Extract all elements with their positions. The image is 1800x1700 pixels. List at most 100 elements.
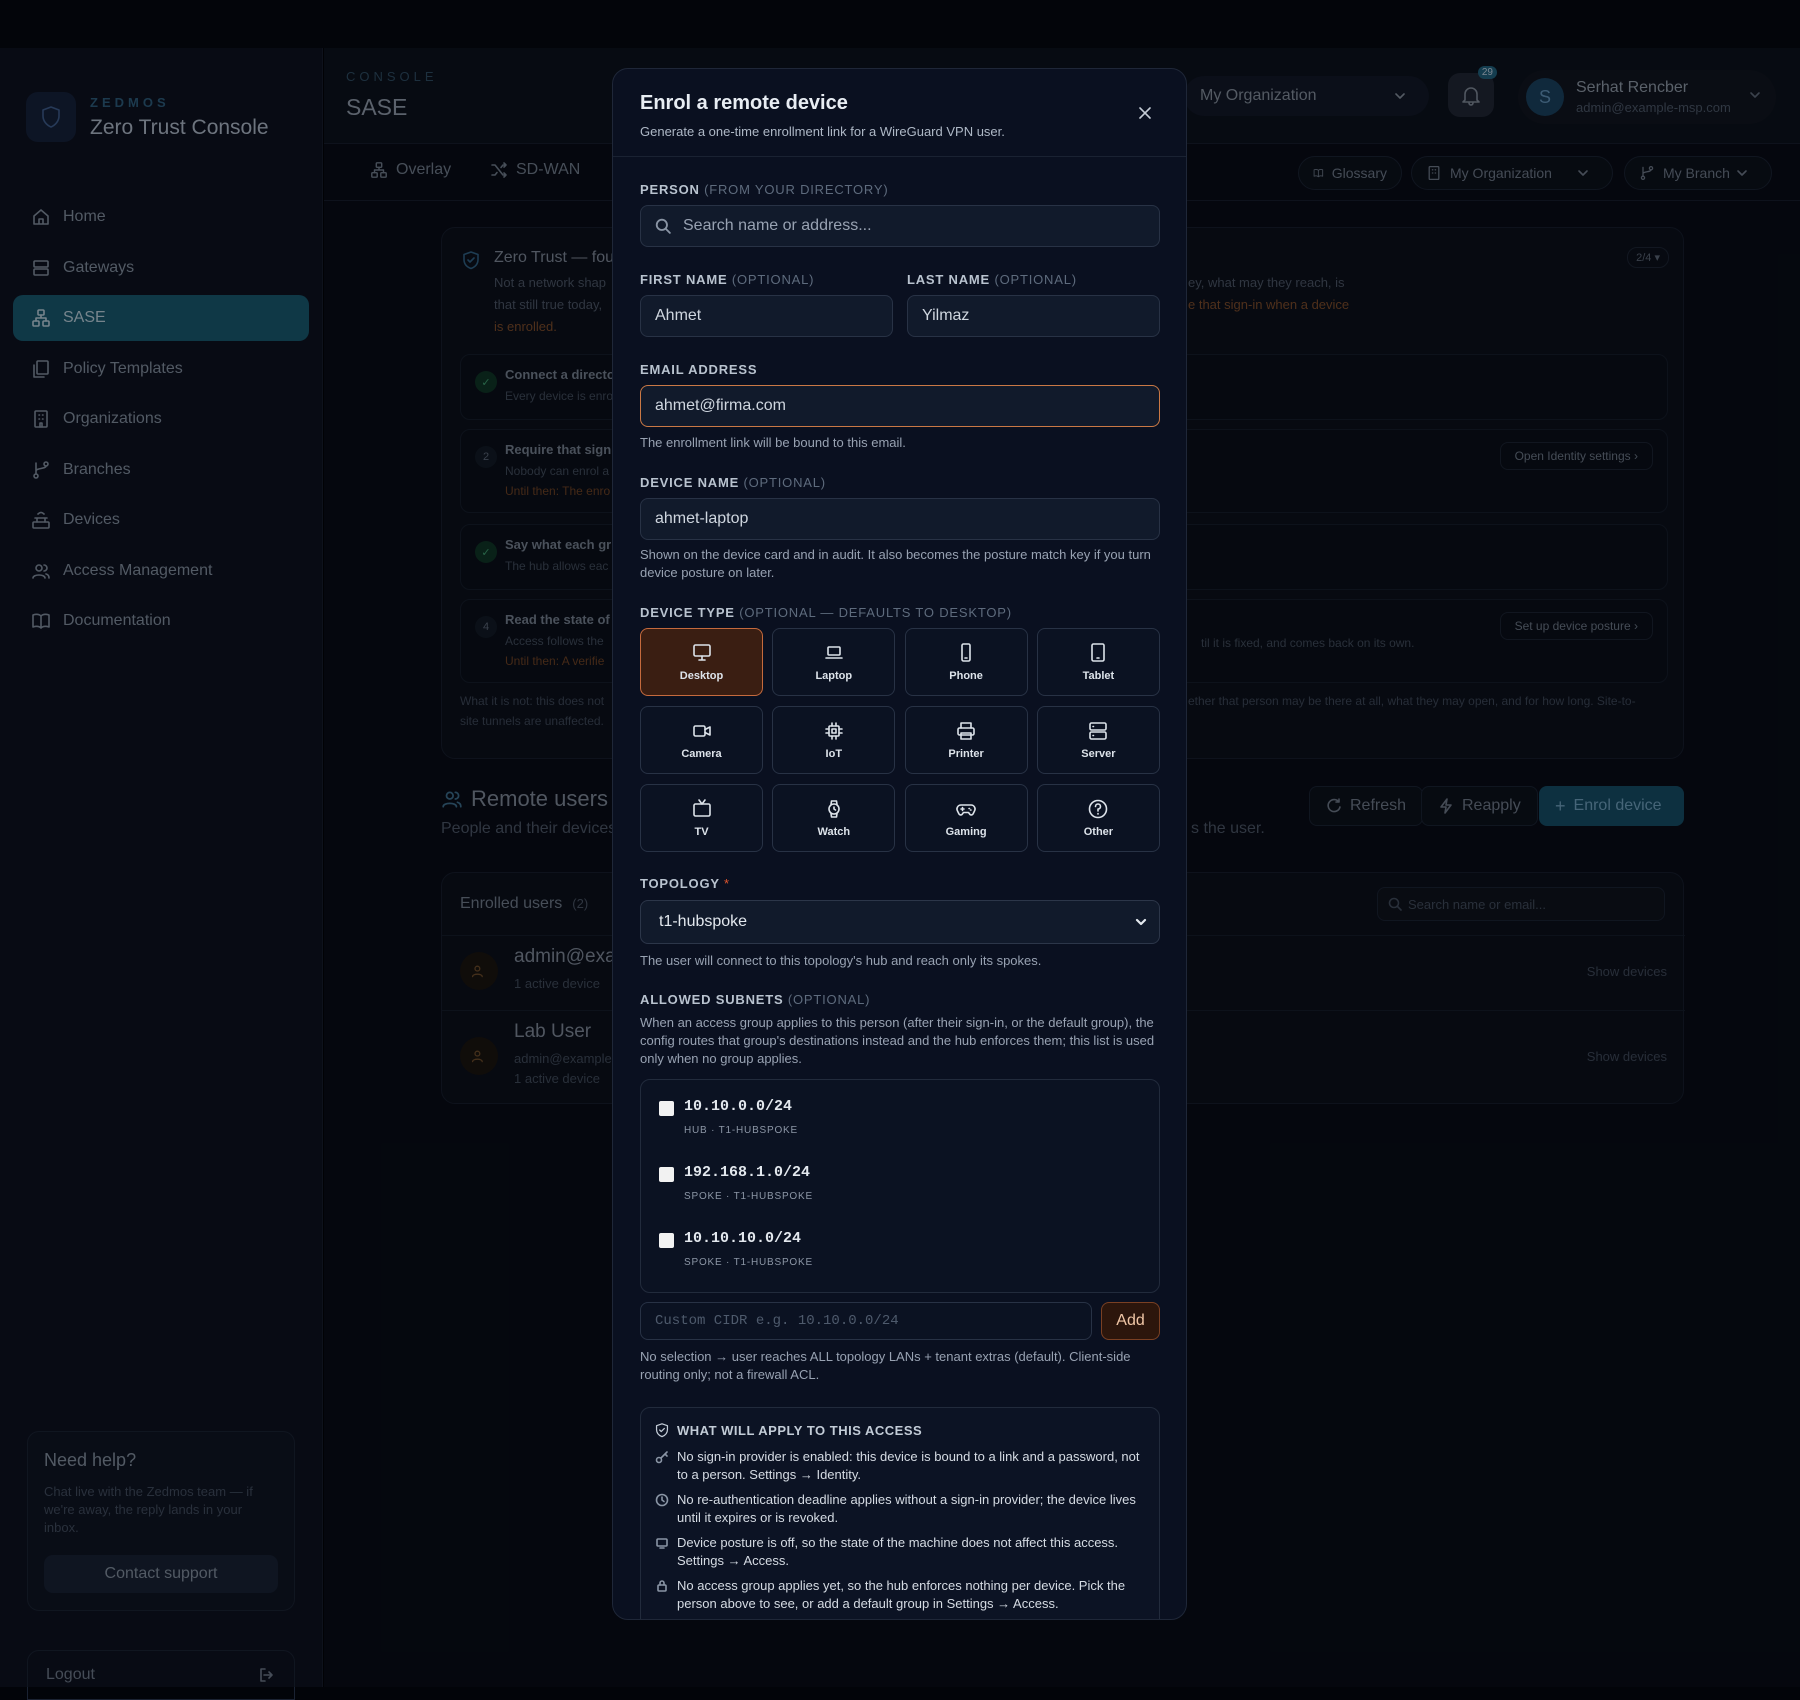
- topology-label: TOPOLOGY *: [640, 876, 730, 891]
- device-type-phone[interactable]: Phone: [904, 628, 1028, 696]
- first-name-field[interactable]: Ahmet: [640, 295, 893, 337]
- subnet-checkbox[interactable]: [659, 1167, 674, 1182]
- access-item-text: No access group applies yet, so the hub …: [677, 1578, 1126, 1611]
- subnet-checkbox[interactable]: [659, 1101, 674, 1116]
- access-item-text: Device posture is off, so the state of t…: [677, 1535, 1119, 1568]
- device-type-printer[interactable]: Printer: [904, 706, 1028, 774]
- subnet-cidr: 10.10.10.0/24: [684, 1230, 802, 1247]
- device-type-iot[interactable]: IoT: [772, 706, 896, 774]
- subnet-option[interactable]: 192.168.1.0/24 SPOKE · T1-HUBSPOKE: [659, 1164, 812, 1202]
- device-type-label: Gaming: [945, 826, 987, 838]
- lock-icon: [657, 1580, 667, 1592]
- device-type-label: Camera: [681, 748, 722, 760]
- custom-cidr-input[interactable]: Custom CIDR e.g. 10.10.0.0/24: [640, 1302, 1092, 1340]
- device-type-label: Laptop: [815, 670, 853, 682]
- person-label: PERSON (FROM YOUR DIRECTORY): [640, 182, 889, 197]
- add-cidr-button[interactable]: Add: [1101, 1302, 1160, 1340]
- monitor-icon: [656, 1538, 668, 1549]
- subnet-cidr: 192.168.1.0/24: [684, 1164, 811, 1181]
- device-type-label: Other: [1083, 826, 1114, 838]
- subnets-label: ALLOWED SUBNETS (OPTIONAL): [640, 992, 870, 1007]
- device-type-desktop[interactable]: Desktop: [640, 628, 763, 696]
- shield-check-icon: [655, 1423, 669, 1438]
- chip-icon: [824, 722, 843, 740]
- device-type-camera[interactable]: Camera: [640, 706, 763, 774]
- email-field[interactable]: ahmet@firma.com: [640, 385, 1160, 427]
- subnet-meta: SPOKE · T1-HUBSPOKE: [684, 1257, 813, 1268]
- subnet-option[interactable]: 10.10.10.0/24 SPOKE · T1-HUBSPOKE: [659, 1230, 812, 1268]
- access-item: Device posture is off, so the state of t…: [655, 1534, 1150, 1570]
- device-type-tv[interactable]: TV: [640, 784, 763, 852]
- access-item-text: No re-authentication deadline applies wi…: [677, 1492, 1136, 1525]
- routing-hint: No selection → user reaches ALL topology…: [640, 1349, 1131, 1382]
- clock-icon: [655, 1493, 669, 1507]
- device-type-label: Desktop: [679, 670, 724, 682]
- subnets-hint: When an access group applies to this per…: [640, 1015, 1155, 1066]
- modal-title: Enrol a remote device: [640, 92, 848, 114]
- subnets-list: 10.10.0.0/24 HUB · T1-HUBSPOKE 192.168.1.…: [640, 1079, 1160, 1293]
- modal-header: Enrol a remote device Generate a one-tim…: [613, 69, 1186, 157]
- phone-icon: [961, 643, 971, 662]
- device-type-label: Tablet: [1082, 670, 1115, 682]
- email-label: EMAIL ADDRESS: [640, 362, 758, 377]
- access-item: No sign-in provider is enabled: this dev…: [655, 1448, 1150, 1484]
- device-type-watch[interactable]: Watch: [772, 784, 896, 852]
- chevron-down-icon: [1135, 918, 1147, 926]
- device-type-other[interactable]: Other: [1036, 784, 1160, 852]
- device-type-label: Phone: [949, 670, 983, 682]
- device-name-hint: Shown on the device card and in audit. I…: [640, 547, 1151, 580]
- device-type-label: IoT: [825, 748, 843, 760]
- device-type-label: TV: [694, 826, 709, 838]
- gamepad-icon: [956, 804, 976, 816]
- access-item-text: No sign-in provider is enabled: this dev…: [677, 1449, 1140, 1482]
- watch-icon: [827, 800, 840, 818]
- subnet-option[interactable]: 10.10.0.0/24 HUB · T1-HUBSPOKE: [659, 1098, 797, 1136]
- email-hint: The enrollment link will be bound to thi…: [640, 435, 906, 450]
- device-type-label: Printer: [948, 748, 984, 760]
- access-summary: WHAT WILL APPLY TO THIS ACCESS No sign-i…: [640, 1407, 1160, 1619]
- access-summary-header: WHAT WILL APPLY TO THIS ACCESS: [655, 1422, 922, 1438]
- access-item: No access group applies yet, so the hub …: [655, 1577, 1150, 1613]
- printer-icon: [957, 722, 975, 740]
- search-placeholder: Search name or address...: [683, 217, 872, 234]
- required-marker: *: [724, 876, 730, 891]
- label-optional: (OPTIONAL): [787, 992, 871, 1007]
- label-optional: (OPTIONAL): [994, 272, 1077, 287]
- topology-select[interactable]: t1-hubspoke: [640, 900, 1160, 944]
- label-optional: (OPTIONAL): [731, 272, 815, 287]
- device-type-tablet[interactable]: Tablet: [1036, 628, 1160, 696]
- last-name-label: LAST NAME (OPTIONAL): [907, 272, 1077, 287]
- access-summary-title: WHAT WILL APPLY TO THIS ACCESS: [677, 1422, 923, 1438]
- label-optional: (OPTIONAL — DEFAULTS TO DESKTOP): [739, 605, 1012, 620]
- first-name-label: FIRST NAME (OPTIONAL): [640, 272, 814, 287]
- device-type-label: DEVICE TYPE (OPTIONAL — DEFAULTS TO DESK…: [640, 605, 1012, 620]
- device-name-field[interactable]: ahmet-laptop: [640, 498, 1160, 540]
- desktop-icon: [692, 644, 711, 661]
- laptop-icon: [824, 646, 843, 659]
- camera-icon: [692, 725, 711, 737]
- device-name-label: DEVICE NAME (OPTIONAL): [640, 475, 826, 490]
- subnet-meta: HUB · T1-HUBSPOKE: [684, 1125, 798, 1136]
- last-name-field[interactable]: Yilmaz: [907, 295, 1160, 337]
- person-search-input[interactable]: Search name or address...: [640, 205, 1160, 247]
- device-type-laptop[interactable]: Laptop: [772, 628, 896, 696]
- device-type-server[interactable]: Server: [1036, 706, 1160, 774]
- enrol-device-modal: Enrol a remote device Generate a one-tim…: [612, 68, 1187, 1620]
- modal-subtitle: Generate a one-time enrollment link for …: [640, 124, 1005, 139]
- help-circle-icon: [1089, 799, 1108, 819]
- device-type-gaming[interactable]: Gaming: [904, 784, 1028, 852]
- device-type-label: Watch: [817, 826, 851, 838]
- tablet-icon: [1091, 643, 1106, 662]
- subnet-checkbox[interactable]: [659, 1233, 674, 1248]
- label-optional: (OPTIONAL): [743, 475, 826, 490]
- label-text: TOPOLOGY: [640, 876, 720, 891]
- subnet-cidr: 10.10.0.0/24: [684, 1098, 793, 1115]
- device-type-label: Server: [1081, 748, 1116, 760]
- subnet-meta: SPOKE · T1-HUBSPOKE: [684, 1191, 813, 1202]
- server-icon: [1089, 722, 1108, 740]
- label-text: ALLOWED SUBNETS: [640, 992, 784, 1007]
- label-optional: (FROM YOUR DIRECTORY): [704, 182, 889, 197]
- close-icon[interactable]: [1135, 103, 1155, 123]
- topology-value: t1-hubspoke: [659, 913, 748, 930]
- label-text: FIRST NAME: [640, 272, 728, 287]
